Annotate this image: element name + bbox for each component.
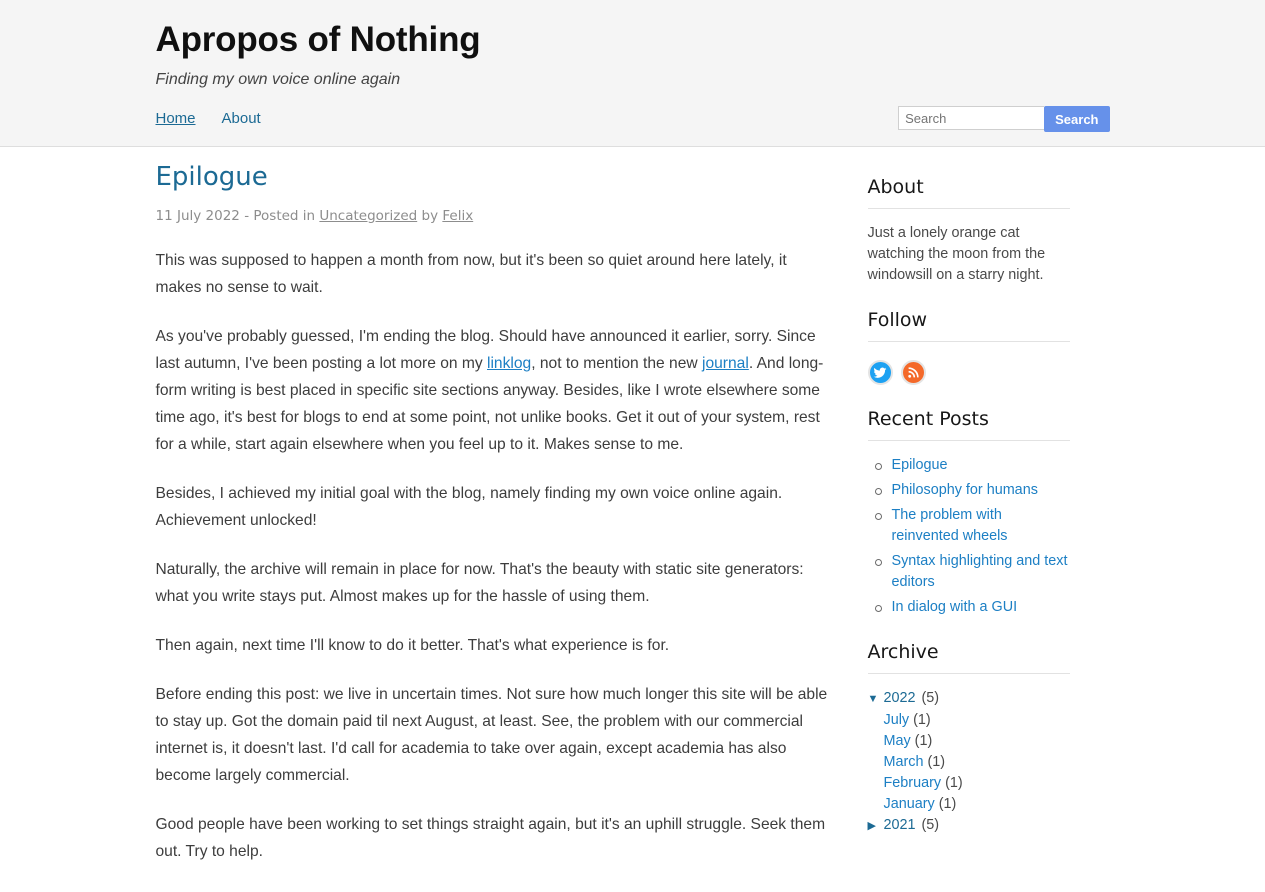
recent-post-link[interactable]: In dialog with a GUI xyxy=(892,599,1018,615)
widget-recent-posts-title: Recent Posts xyxy=(867,407,1070,441)
archive-month-link[interactable]: March xyxy=(884,754,924,770)
inline-link[interactable]: journal xyxy=(702,355,749,372)
archive-month-item: July (1) xyxy=(884,710,1070,731)
widget-about-title: About xyxy=(867,175,1070,209)
nav-link-home[interactable]: Home xyxy=(156,110,196,128)
recent-post-link[interactable]: Syntax highlighting and text editors xyxy=(892,553,1068,590)
archive-month-link[interactable]: January xyxy=(884,796,935,812)
inline-link[interactable]: linklog xyxy=(487,355,531,372)
widget-follow-title: Follow xyxy=(867,308,1070,342)
chevron-down-icon[interactable]: ▼ xyxy=(868,689,879,710)
archive-month-item: March (1) xyxy=(884,752,1070,773)
social-links xyxy=(867,342,1070,385)
list-item: In dialog with a GUI xyxy=(868,597,1070,618)
list-item: Syntax highlighting and text editors xyxy=(868,551,1070,593)
archive-month-item: January (1) xyxy=(884,794,1070,815)
archive-month-link[interactable]: July xyxy=(884,712,910,728)
widget-archive: Archive ▼ 2022 (5) July (1) May (1) March (1)… xyxy=(867,640,1070,837)
main-nav: Home About xyxy=(156,110,261,128)
nav-link-about[interactable]: About xyxy=(222,110,261,128)
twitter-icon[interactable] xyxy=(867,360,893,385)
recent-posts-list: Epilogue Philosophy for humans The problem… xyxy=(868,441,1070,618)
post-paragraph: Naturally, the archive will remain in pl… xyxy=(156,534,828,610)
archive-month-count: (1) xyxy=(934,796,957,812)
archive-year-2021[interactable]: ▶ 2021 (5) xyxy=(868,815,1070,837)
list-item: Epilogue xyxy=(868,455,1070,476)
post-body: This was supposed to happen a month from… xyxy=(156,225,828,865)
archive-month-count: (1) xyxy=(923,754,946,770)
archive-year-link[interactable]: 2021 xyxy=(884,815,916,836)
widget-archive-title: Archive xyxy=(867,640,1070,674)
post-category-link[interactable]: Uncategorized xyxy=(319,208,417,224)
paragraph-text: Naturally, the archive will remain in pl… xyxy=(155,561,804,605)
post-paragraph: This was supposed to happen a month from… xyxy=(156,225,828,301)
archive-month-count: (1) xyxy=(941,775,963,791)
header-bottom-row: Home About Search xyxy=(156,90,1110,146)
sidebar: About Just a lonely orange cat watching … xyxy=(867,161,1070,859)
widget-recent-posts: Recent Posts Epilogue Philosophy for huma… xyxy=(867,407,1070,618)
archive-month-list: July (1) May (1) March (1) February (1) Janu… xyxy=(868,710,1070,815)
search-input[interactable] xyxy=(898,106,1045,130)
post-paragraph: Then again, next time I'll know to do it… xyxy=(156,610,828,659)
post-meta: 11 July 2022 - Posted in Uncategorized b… xyxy=(156,193,828,225)
about-text: Just a lonely orange cat watching the mo… xyxy=(867,225,1046,283)
widget-about: About Just a lonely orange cat watching … xyxy=(867,175,1070,286)
archive-month-item: February (1) xyxy=(884,773,1070,794)
archive-month-count: (1) xyxy=(909,712,931,728)
post-content: Epilogue 11 July 2022 - Posted in Uncate… xyxy=(156,161,868,865)
archive-month-link[interactable]: February xyxy=(884,775,942,791)
archive-year-2022[interactable]: ▼ 2022 (5) xyxy=(868,688,1070,710)
rss-icon[interactable] xyxy=(900,360,926,385)
search-button[interactable]: Search xyxy=(1044,106,1110,132)
site-header: Apropos of Nothing Finding my own voice … xyxy=(0,0,1265,147)
page-layout: Epilogue 11 July 2022 - Posted in Uncate… xyxy=(156,147,1110,865)
paragraph-text: Then again, next time I'll know to do it… xyxy=(155,637,670,654)
post-paragraph: As you've probably guessed, I'm ending t… xyxy=(156,301,828,458)
recent-post-link[interactable]: Epilogue xyxy=(892,457,948,473)
paragraph-text: Good people have been working to set thi… xyxy=(155,816,826,860)
list-item: The problem with reinvented wheels xyxy=(868,505,1070,547)
recent-post-link[interactable]: The problem with reinvented wheels xyxy=(892,507,1008,544)
post-paragraph: Before ending this post: we live in unce… xyxy=(156,659,828,789)
recent-post-link[interactable]: Philosophy for humans xyxy=(892,482,1038,498)
paragraph-text: This was supposed to happen a month from… xyxy=(155,252,787,296)
site-title: Apropos of Nothing xyxy=(155,20,481,59)
site-tagline: Finding my own voice online again xyxy=(155,71,401,88)
list-item: Philosophy for humans xyxy=(868,480,1070,501)
post-author-link[interactable]: Felix xyxy=(442,208,473,224)
widget-about-body: Just a lonely orange cat watching the mo… xyxy=(868,209,1070,286)
header-inner: Apropos of Nothing Finding my own voice … xyxy=(156,0,1110,146)
post-title[interactable]: Epilogue xyxy=(156,161,828,193)
archive-month-link[interactable]: May xyxy=(884,733,911,749)
paragraph-text: , not to mention the new xyxy=(531,355,702,372)
archive-year-count: (5) xyxy=(921,690,940,706)
paragraph-text: Besides, I achieved my initial goal with… xyxy=(155,485,783,529)
archive-tree: ▼ 2022 (5) July (1) May (1) March (1) February… xyxy=(868,674,1070,837)
paragraph-text: Before ending this post: we live in unce… xyxy=(155,686,828,784)
post-paragraph: Besides, I achieved my initial goal with… xyxy=(156,458,828,534)
post-by-label: by xyxy=(417,208,443,224)
post-date: 11 July 2022 xyxy=(155,208,240,224)
chevron-right-icon[interactable]: ▶ xyxy=(868,816,878,837)
archive-month-item: May (1) xyxy=(884,731,1070,752)
post-meta-separator: - Posted in xyxy=(239,208,320,224)
archive-year-count: (5) xyxy=(921,817,940,833)
archive-year-link[interactable]: 2022 xyxy=(884,688,916,709)
archive-month-count: (1) xyxy=(910,733,933,749)
search-form: Search xyxy=(898,106,1110,132)
post-paragraph: Good people have been working to set thi… xyxy=(156,789,828,865)
widget-follow: Follow xyxy=(867,308,1070,385)
